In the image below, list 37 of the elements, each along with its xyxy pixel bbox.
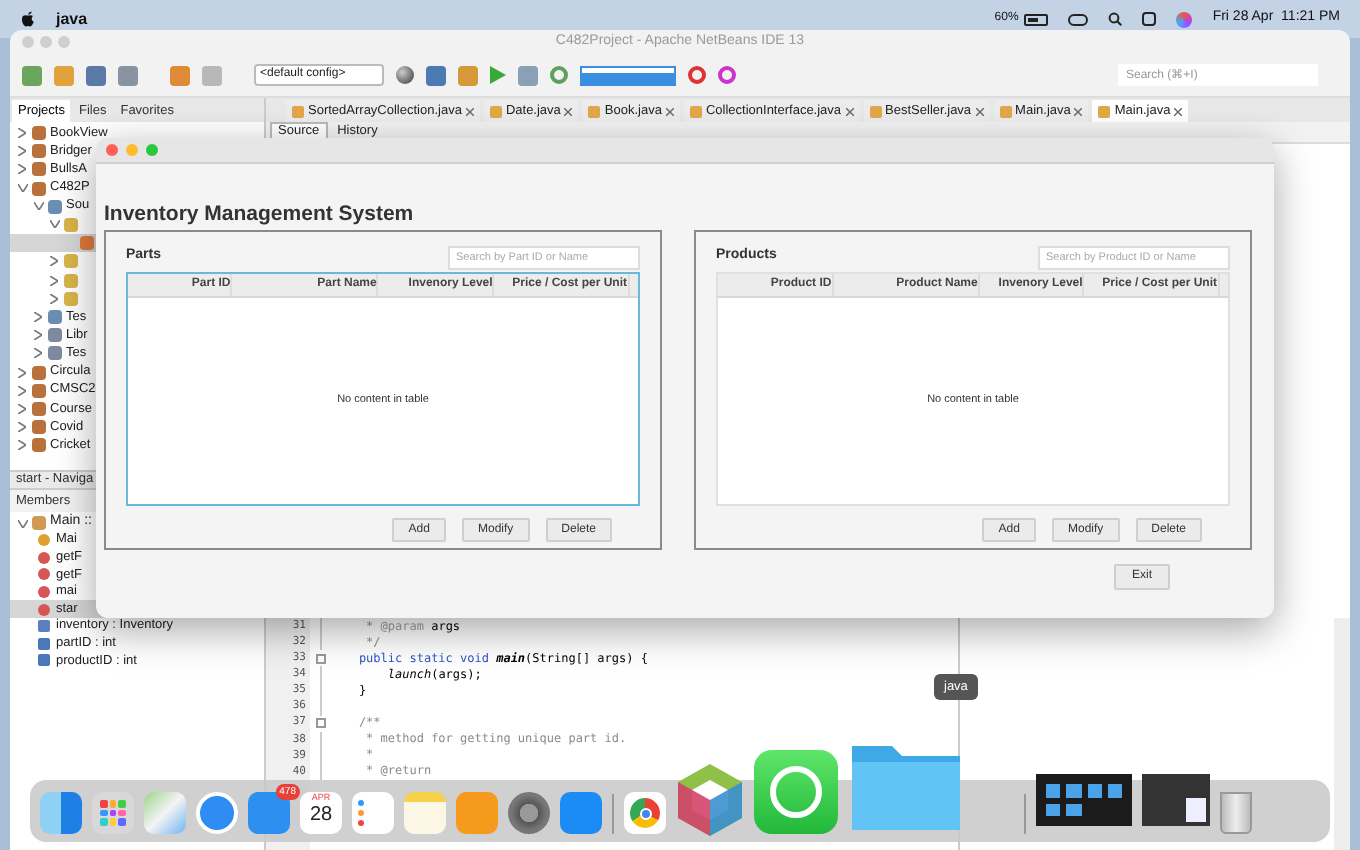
- close-icon[interactable]: [1074, 107, 1083, 115]
- cube-icon[interactable]: [676, 762, 744, 838]
- window-thumbnail[interactable]: [1036, 774, 1132, 826]
- calendar-day: 28: [309, 804, 333, 828]
- search-icon[interactable]: [1108, 12, 1123, 26]
- trash-icon[interactable]: [1220, 792, 1252, 834]
- close-icon[interactable]: [1174, 107, 1183, 115]
- close-icon[interactable]: [465, 107, 474, 115]
- close-icon[interactable]: [564, 107, 573, 115]
- profile-icon[interactable]: [550, 66, 568, 84]
- close-icon[interactable]: [975, 107, 984, 115]
- browser-icon[interactable]: [624, 792, 666, 834]
- class-icon: [32, 516, 46, 530]
- globe-icon[interactable]: [396, 66, 414, 84]
- file-icon: [80, 236, 94, 251]
- close-button[interactable]: [106, 144, 118, 156]
- control-center-icon[interactable]: [1068, 13, 1089, 25]
- envelope-icon[interactable]: [248, 792, 290, 834]
- grid-icon[interactable]: [92, 792, 134, 834]
- dialog-title: Inventory Management System: [104, 202, 414, 226]
- constructor-icon: [38, 534, 50, 547]
- siri-icon[interactable]: [1176, 11, 1193, 27]
- switch-icon[interactable]: [1142, 12, 1157, 26]
- close-icon[interactable]: [665, 107, 674, 115]
- fold-icon[interactable]: [315, 653, 325, 664]
- memory-graph-icon[interactable]: [580, 65, 676, 85]
- checklist-icon[interactable]: [352, 792, 394, 834]
- fold-icon[interactable]: [315, 718, 325, 729]
- apple-icon[interactable]: [20, 10, 36, 28]
- package-icon: [64, 218, 78, 233]
- close-icon[interactable]: [845, 107, 854, 115]
- window-thumbnail[interactable]: [1142, 774, 1210, 826]
- app-menu[interactable]: java: [56, 7, 88, 31]
- battery-icon[interactable]: [1024, 13, 1049, 25]
- run-icon[interactable]: [490, 66, 506, 84]
- field-icon: [38, 620, 50, 633]
- chat-icon[interactable]: [754, 750, 838, 834]
